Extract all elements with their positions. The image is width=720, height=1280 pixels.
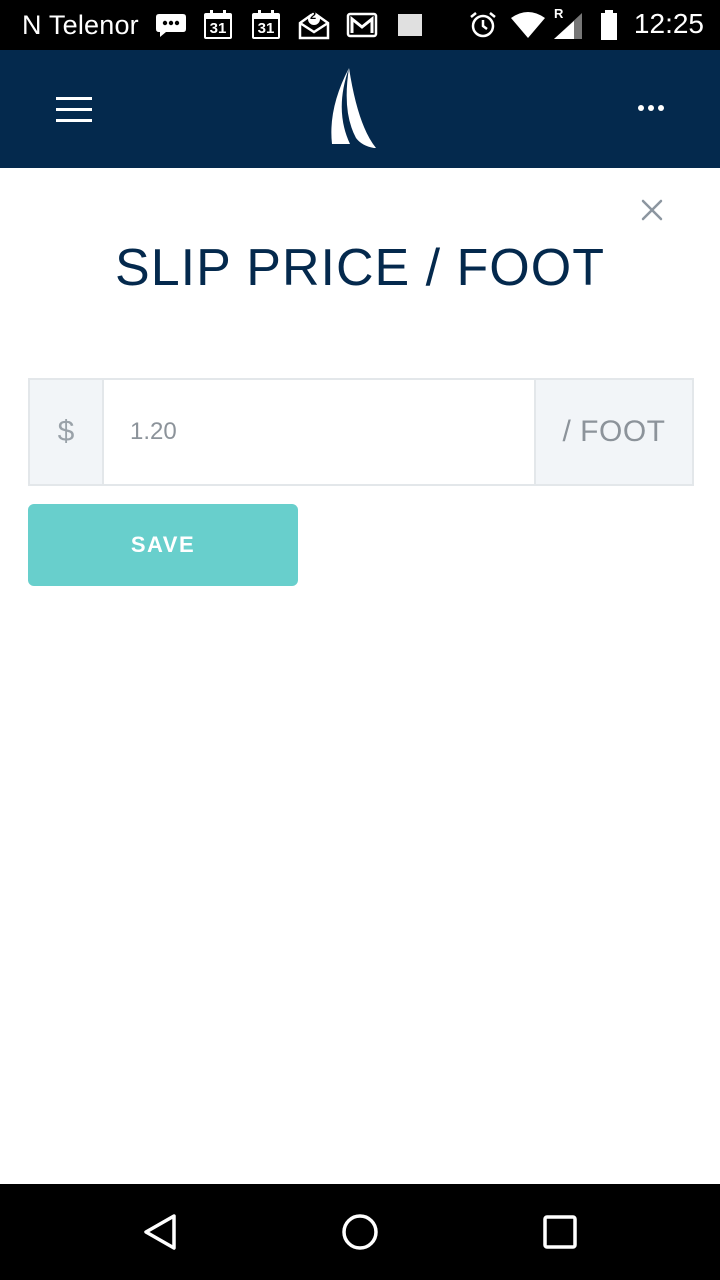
home-icon: [342, 1214, 378, 1250]
home-button[interactable]: [335, 1208, 385, 1258]
price-input-group: $ / FOOT: [28, 378, 694, 486]
gmail-icon: [346, 10, 378, 40]
calendar-day-label: 31: [257, 19, 275, 37]
currency-addon: $: [30, 380, 104, 484]
app-bar: [0, 50, 720, 168]
calendar-day-label: 31: [209, 19, 227, 37]
status-clock: 12:25: [633, 8, 704, 39]
unit-addon: / FOOT: [534, 380, 692, 484]
back-button[interactable]: [136, 1208, 186, 1258]
price-input[interactable]: [104, 380, 534, 484]
more-options-button[interactable]: [628, 88, 674, 128]
status-bar: N Telenor 31 31 2 R 12:25: [0, 0, 720, 50]
menu-icon: [56, 97, 92, 100]
alarm-icon: [468, 10, 498, 40]
menu-button[interactable]: [50, 90, 98, 130]
recents-icon: [543, 1215, 577, 1249]
close-button[interactable]: [634, 192, 670, 228]
signal-icon: R: [548, 6, 588, 40]
save-button[interactable]: SAVE: [28, 504, 298, 586]
back-icon: [144, 1214, 176, 1250]
network-type-label: R: [554, 6, 564, 21]
mail-open-icon: 2: [297, 10, 331, 40]
battery-icon: [598, 10, 620, 40]
square-icon: [396, 10, 424, 40]
mail-badge-count: 2: [310, 10, 317, 22]
chat-bubble-icon: [154, 10, 188, 40]
wifi-icon: [510, 10, 546, 40]
more-icon: [638, 105, 644, 111]
recents-button[interactable]: [535, 1208, 585, 1258]
navigation-bar: [0, 1184, 720, 1280]
calendar-icon: 31: [250, 10, 282, 40]
page-title: SLIP PRICE / FOOT: [115, 239, 605, 297]
close-icon: [641, 199, 663, 221]
carrier-name: N Telenor: [22, 9, 139, 40]
sail-logo-icon: [328, 68, 378, 150]
calendar-icon: 31: [202, 10, 234, 40]
